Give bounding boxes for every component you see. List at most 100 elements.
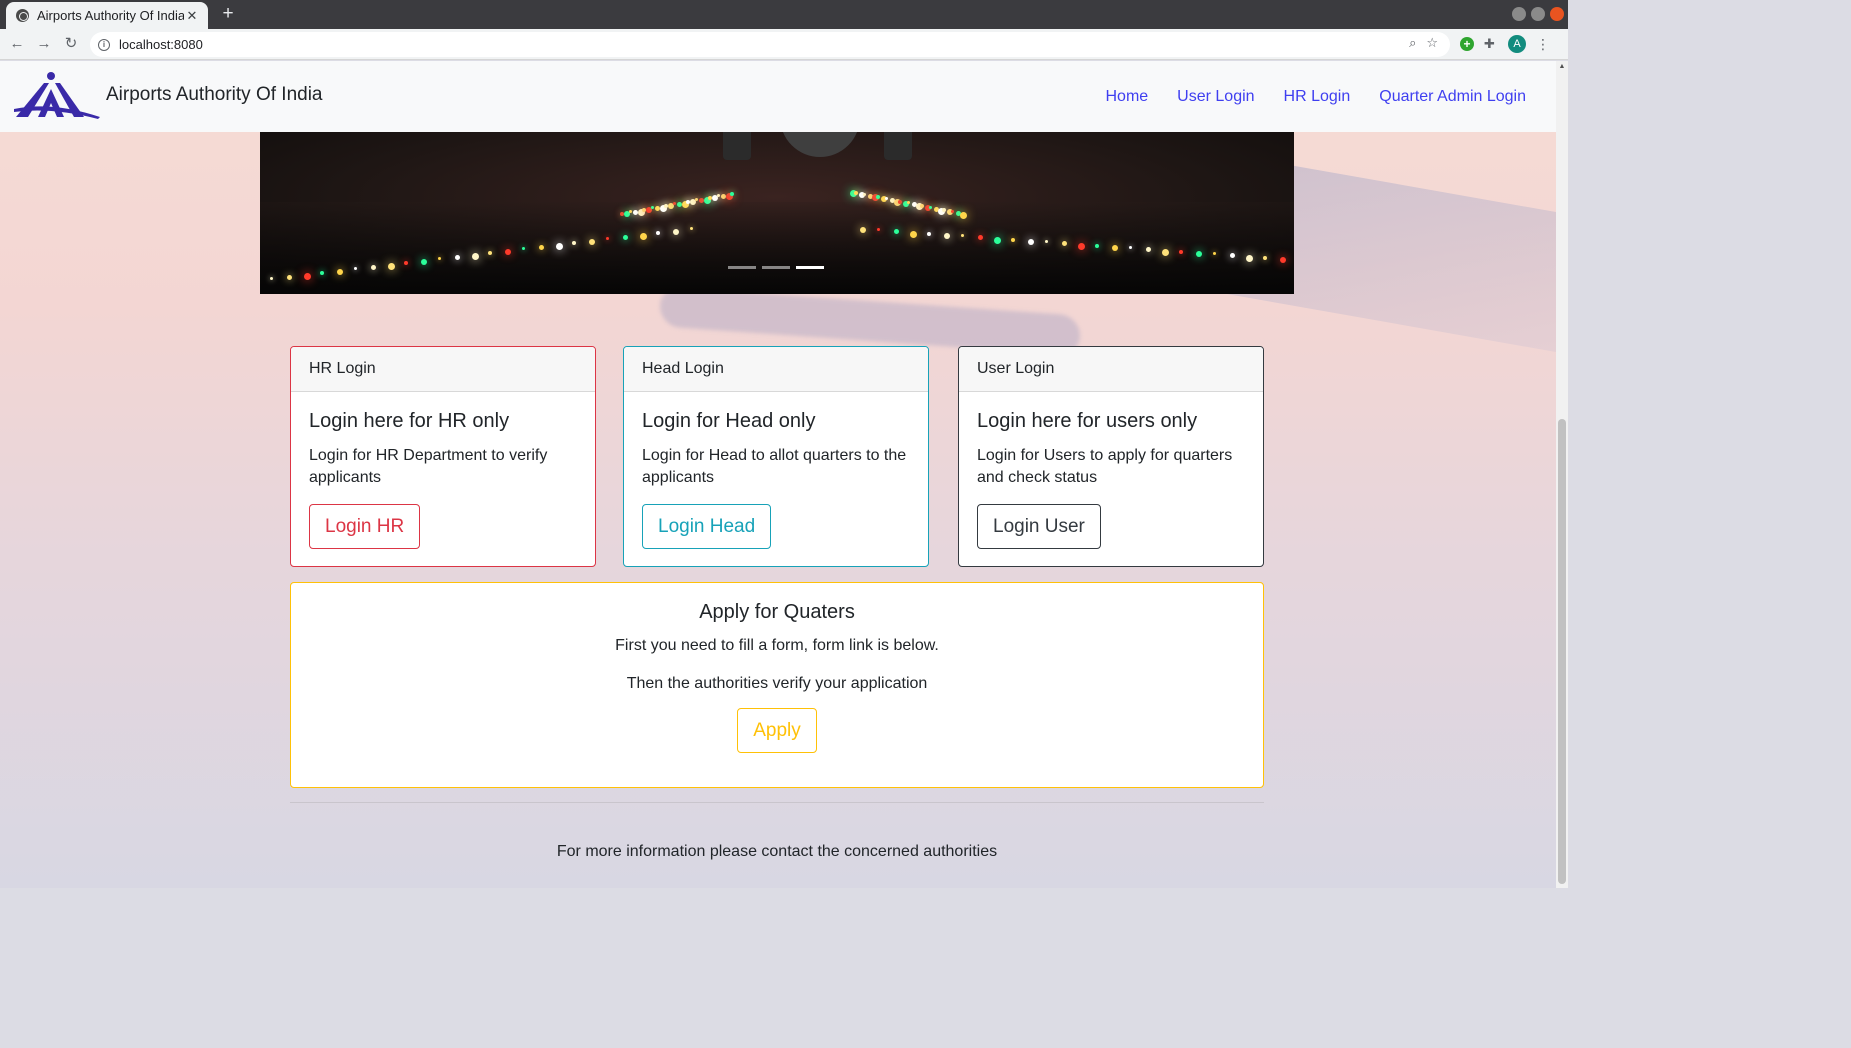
nav-quarter-admin-login-link[interactable]: Quarter Admin Login (1379, 88, 1526, 106)
runway-light (387, 263, 395, 270)
runway-light (370, 265, 376, 270)
runway-light (639, 233, 647, 240)
site-brand-name[interactable]: Airports Authority Of India (106, 84, 323, 106)
carousel-indicator[interactable] (762, 266, 790, 269)
login-user-button[interactable]: Login User (977, 504, 1101, 549)
hr-card-header: HR Login (291, 347, 595, 392)
browser-tab[interactable]: Airports Authority Of India ✕ (6, 2, 208, 29)
runway-light (960, 234, 964, 238)
runway-light (1112, 245, 1118, 251)
bookmark-star-icon[interactable]: ☆ (1426, 35, 1438, 51)
reload-icon[interactable]: ↻ (61, 34, 81, 54)
extension-plus-icon[interactable]: + (1460, 37, 1474, 51)
user-card-title: Login here for users only (977, 410, 1198, 432)
site-info-icon[interactable]: i (98, 38, 110, 51)
user-card-header: User Login (959, 347, 1263, 392)
minimize-icon[interactable] (1512, 7, 1526, 21)
extension-area: + ✚ A ⋮ (1460, 35, 1550, 53)
window-close-icon[interactable] (1550, 7, 1564, 21)
head-login-card: Head Login Login for Head only Login for… (623, 346, 929, 567)
page-scrollbar[interactable]: ▲ (1556, 61, 1568, 888)
browser-tab-strip: Airports Authority Of India ✕ + (0, 0, 1568, 29)
carousel-indicator[interactable] (796, 266, 824, 269)
runway-light (1263, 255, 1268, 260)
runway-light (1095, 243, 1100, 248)
runway-light (286, 275, 292, 280)
back-arrow-icon[interactable]: ← (7, 34, 27, 54)
user-login-card: User Login Login here for users only Log… (958, 346, 1264, 567)
runway-light (876, 228, 880, 232)
runway-light (606, 237, 609, 240)
runway-light (1128, 246, 1132, 250)
runway-light (694, 198, 698, 202)
runway-light (854, 190, 859, 195)
runway-light (944, 233, 950, 239)
runway-light (686, 200, 690, 204)
zoom-icon[interactable]: ⌕ (1409, 35, 1416, 51)
user-card-text: Login for Users to apply for quarters an… (977, 447, 1233, 486)
aai-logo[interactable] (12, 71, 102, 121)
runway-light (716, 194, 720, 198)
runway-light (863, 192, 867, 196)
runway-light (960, 212, 967, 219)
runway-light (438, 257, 441, 260)
runway-light (1196, 251, 1202, 257)
browser-toolbar: ← → ↻ i localhost:8080 ⌕ ☆ (0, 29, 1568, 60)
runway-light (1011, 237, 1016, 242)
nav-hr-login-link[interactable]: HR Login (1284, 88, 1351, 106)
new-tab-button[interactable]: + (218, 4, 238, 24)
extensions-puzzle-icon[interactable]: ✚ (1484, 37, 1498, 51)
runway-light (354, 267, 357, 270)
hr-card-text: Login for HR Department to verify applic… (309, 447, 548, 486)
runway-light (910, 230, 918, 238)
browser-menu-icon[interactable]: ⋮ (1536, 37, 1550, 51)
runway-light (994, 236, 1002, 244)
nav-home-link[interactable]: Home (1105, 88, 1148, 106)
runway-light (690, 227, 693, 230)
runway-light (664, 204, 668, 208)
runway-light (555, 243, 563, 250)
carousel-indicators (728, 266, 824, 269)
runway-light (885, 197, 889, 201)
url-text: localhost:8080 (119, 37, 203, 52)
nav-user-login-link[interactable]: User Login (1177, 88, 1254, 106)
runway-light (1246, 254, 1254, 262)
runway-light (708, 196, 712, 200)
tab-title: Airports Authority Of India (37, 8, 184, 23)
scroll-up-arrow-icon[interactable]: ▲ (1558, 63, 1566, 71)
hero-carousel[interactable] (260, 132, 1294, 294)
hr-login-card: HR Login Login here for HR only Login fo… (290, 346, 596, 567)
runway-light (1179, 249, 1184, 254)
apply-instruction-2: Then the authorities verify your applica… (626, 675, 928, 692)
runway-light (1078, 242, 1086, 250)
scrollbar-thumb[interactable] (1558, 419, 1566, 884)
runway-light (642, 208, 646, 212)
runway-light (927, 231, 932, 236)
profile-avatar[interactable]: A (1508, 35, 1526, 53)
window-controls (1512, 7, 1564, 21)
head-card-text: Login for Head to allot quarters to the … (642, 447, 907, 486)
runway-light (620, 212, 624, 216)
address-bar[interactable]: i localhost:8080 ⌕ ☆ (90, 32, 1450, 57)
runway-light (876, 195, 881, 200)
runway-light (1028, 239, 1034, 245)
carousel-indicator[interactable] (728, 266, 756, 269)
apply-button[interactable]: Apply (737, 708, 817, 753)
tab-close-icon[interactable]: ✕ (184, 8, 200, 24)
footer-contact-text: For more information please contact the … (556, 843, 998, 860)
landing-gear-left (723, 132, 751, 160)
forward-arrow-icon[interactable]: → (34, 34, 54, 54)
runway-light (538, 245, 544, 250)
apply-instruction-1: First you need to fill a form, form link… (615, 637, 939, 654)
runway-light (1162, 248, 1170, 256)
login-head-button[interactable]: Login Head (642, 504, 772, 549)
runway-light (270, 277, 273, 280)
page-viewport: Airports Authority Of India Home User Lo… (0, 61, 1568, 888)
head-card-header: Head Login (624, 347, 928, 392)
aircraft-fuselage (780, 132, 860, 157)
login-hr-button[interactable]: Login HR (309, 504, 421, 549)
runway-light (454, 255, 460, 260)
globe-icon (16, 9, 29, 22)
head-card-title: Login for Head only (642, 410, 816, 432)
maximize-icon[interactable] (1531, 7, 1545, 21)
